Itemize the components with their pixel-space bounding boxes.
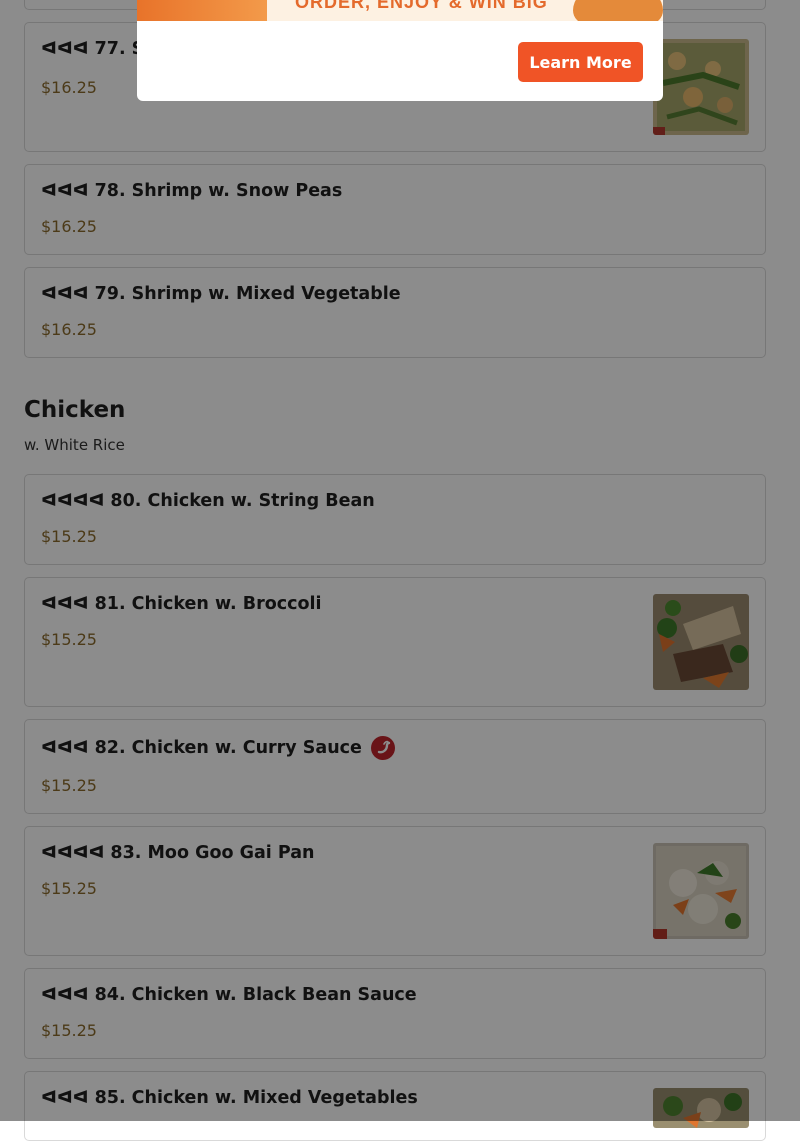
pumpkin-image — [573, 0, 663, 21]
promo-banner-image — [137, 0, 267, 21]
promo-banner[interactable]: ORDER, ENJOY & WIN BIG — [137, 0, 663, 21]
promo-modal: ORDER, ENJOY & WIN BIG Learn More — [137, 0, 663, 101]
promo-banner-text: ORDER, ENJOY & WIN BIG — [295, 0, 548, 12]
modal-backdrop[interactable] — [0, 0, 800, 1121]
learn-more-button[interactable]: Learn More — [518, 42, 643, 82]
